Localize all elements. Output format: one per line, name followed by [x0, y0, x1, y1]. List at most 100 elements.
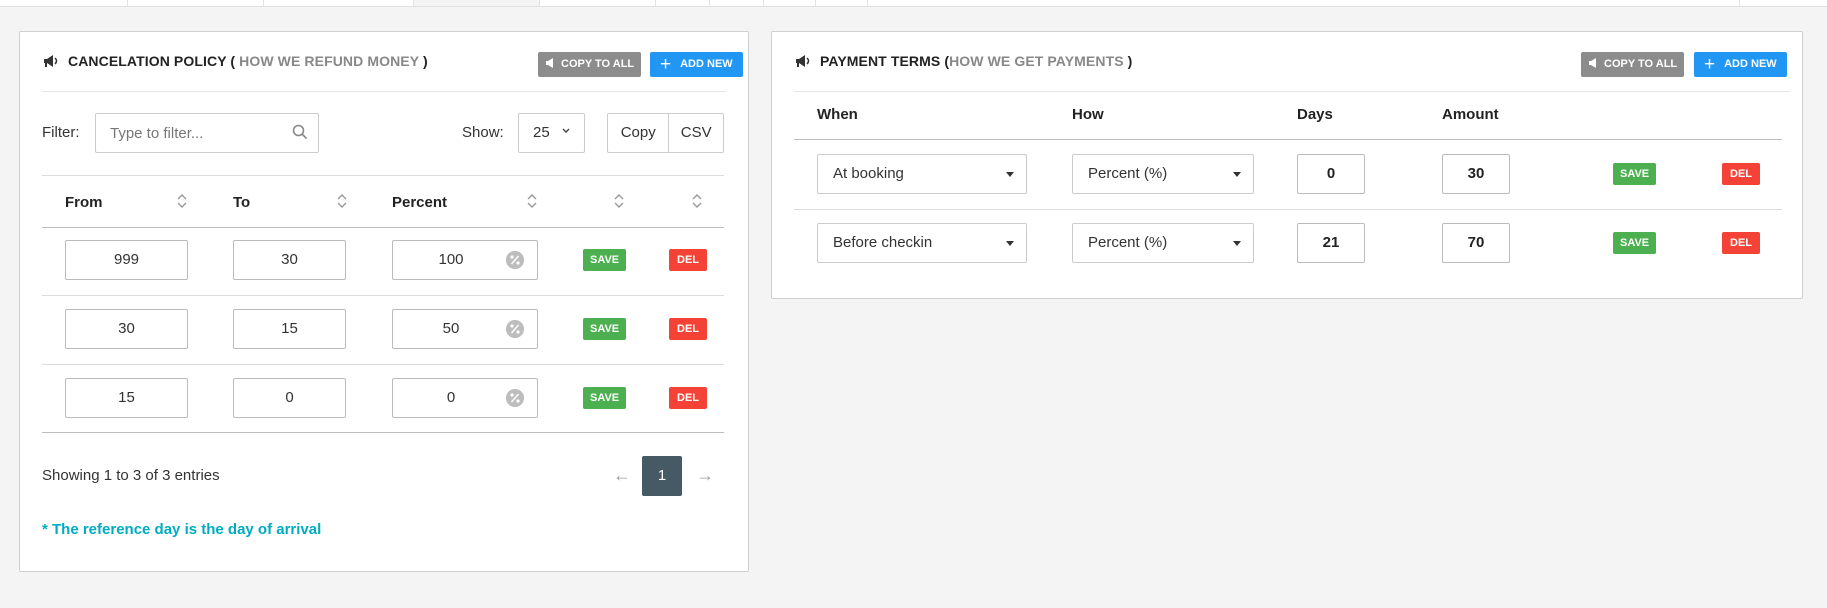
tab[interactable]	[128, 0, 264, 6]
tab-active[interactable]	[414, 0, 540, 6]
save-button[interactable]: SAVE	[583, 249, 627, 271]
how-select[interactable]: Percent (%)	[1072, 223, 1254, 263]
copy-to-all-button[interactable]: COPY TO ALL	[538, 52, 642, 77]
tab[interactable]	[540, 0, 656, 6]
sort-icon[interactable]	[177, 193, 187, 209]
pager-page-1[interactable]: 1	[642, 456, 682, 496]
delete-button[interactable]: DEL	[1722, 163, 1760, 185]
to-input[interactable]: 30	[233, 240, 346, 280]
plus-icon: +	[1704, 54, 1716, 75]
caret-down-icon	[1233, 172, 1241, 177]
when-value: At booking	[833, 165, 904, 182]
add-new-label: ADD NEW	[1724, 58, 1777, 70]
subtitle-text: HOW WE REFUND MONEY	[239, 53, 419, 69]
tab[interactable]	[710, 0, 764, 6]
amount-input[interactable]: 30	[1442, 154, 1510, 194]
column-header-percent[interactable]: Percent	[392, 194, 447, 211]
percent-icon	[506, 320, 524, 338]
bullhorn-icon	[546, 58, 553, 68]
sort-icon[interactable]	[337, 193, 347, 209]
show-label: Show:	[462, 124, 504, 141]
from-input[interactable]: 30	[65, 309, 188, 349]
page-size-select[interactable]: 25	[518, 113, 585, 153]
filter-input[interactable]	[95, 113, 319, 153]
when-value: Before checkin	[833, 234, 933, 251]
sort-icon[interactable]	[614, 193, 624, 209]
copy-to-all-label: COPY TO ALL	[561, 58, 635, 70]
page-size-value: 25	[533, 124, 550, 141]
paren-open: (	[230, 53, 236, 69]
column-header-how: How	[1072, 106, 1104, 123]
delete-button[interactable]: DEL	[669, 387, 707, 409]
save-button[interactable]: SAVE	[1613, 232, 1657, 254]
table-top-border	[42, 175, 724, 176]
percent-icon	[506, 389, 524, 407]
how-value: Percent (%)	[1088, 165, 1168, 182]
bullhorn-icon	[1589, 58, 1596, 68]
title-text: PAYMENT TERMS	[820, 53, 941, 69]
column-header-from[interactable]: From	[65, 194, 103, 211]
row-divider	[42, 364, 724, 365]
save-button[interactable]: SAVE	[583, 318, 627, 340]
delete-button[interactable]: DEL	[1722, 232, 1760, 254]
tab[interactable]	[816, 0, 868, 6]
to-input[interactable]: 15	[233, 309, 346, 349]
subtitle-text: HOW WE GET PAYMENTS	[949, 53, 1124, 69]
column-header-when: When	[817, 106, 858, 123]
tab[interactable]	[868, 0, 1740, 6]
add-new-button[interactable]: + ADD NEW	[1694, 52, 1787, 77]
pager-prev-button[interactable]: ←	[613, 465, 631, 486]
from-input[interactable]: 15	[65, 378, 188, 418]
caret-down-icon	[1006, 241, 1014, 246]
days-input[interactable]: 21	[1297, 223, 1365, 263]
copy-to-all-label: COPY TO ALL	[1604, 58, 1678, 70]
add-new-button[interactable]: + ADD NEW	[650, 52, 743, 77]
bullhorn-icon	[796, 55, 810, 67]
amount-input[interactable]: 70	[1442, 223, 1510, 263]
column-header-to[interactable]: To	[233, 194, 250, 211]
when-select[interactable]: At booking	[817, 154, 1027, 194]
row-divider	[794, 209, 1782, 210]
csv-button[interactable]: CSV	[668, 114, 723, 152]
bullhorn-icon	[44, 55, 58, 67]
delete-button[interactable]: DEL	[669, 318, 707, 340]
copy-to-all-button[interactable]: COPY TO ALL	[1581, 52, 1685, 77]
save-button[interactable]: SAVE	[1613, 163, 1657, 185]
export-button-group: Copy CSV	[607, 113, 724, 153]
from-input[interactable]: 999	[65, 240, 188, 280]
pager-next-button[interactable]: →	[696, 465, 714, 486]
when-select[interactable]: Before checkin	[817, 223, 1027, 263]
column-header-amount: Amount	[1442, 106, 1499, 123]
how-value: Percent (%)	[1088, 234, 1168, 251]
how-select[interactable]: Percent (%)	[1072, 154, 1254, 194]
filter-label: Filter:	[42, 124, 80, 141]
to-input[interactable]: 0	[233, 378, 346, 418]
table-header-border	[794, 139, 1782, 140]
sort-icon[interactable]	[692, 193, 702, 209]
tab[interactable]	[656, 0, 710, 6]
tab[interactable]	[764, 0, 816, 6]
column-header-days: Days	[1297, 106, 1333, 123]
sort-icon[interactable]	[527, 193, 537, 209]
save-button[interactable]: SAVE	[583, 387, 627, 409]
panel-header: CANCELATION POLICY ( HOW WE REFUND MONEY…	[42, 32, 743, 92]
panel-title: CANCELATION POLICY ( HOW WE REFUND MONEY…	[42, 53, 428, 69]
percent-icon	[506, 251, 524, 269]
tab[interactable]	[264, 0, 414, 6]
caret-down-icon	[1233, 241, 1241, 246]
top-tab-strip	[0, 0, 1827, 7]
delete-button[interactable]: DEL	[669, 249, 707, 271]
panel-title: PAYMENT TERMS (HOW WE GET PAYMENTS )	[794, 53, 1132, 69]
add-new-label: ADD NEW	[680, 58, 733, 70]
title-text: CANCELATION POLICY	[68, 53, 227, 69]
search-icon[interactable]	[292, 124, 308, 140]
cancelation-policy-panel: CANCELATION POLICY ( HOW WE REFUND MONEY…	[19, 31, 749, 572]
payment-terms-panel: PAYMENT TERMS (HOW WE GET PAYMENTS ) COP…	[771, 31, 1803, 299]
table-info: Showing 1 to 3 of 3 entries	[42, 467, 220, 484]
row-divider	[42, 295, 724, 296]
tab[interactable]	[0, 0, 128, 6]
chevron-down-icon	[562, 128, 570, 133]
days-input[interactable]: 0	[1297, 154, 1365, 194]
paren-close: )	[1127, 53, 1133, 69]
copy-button[interactable]: Copy	[608, 114, 668, 152]
